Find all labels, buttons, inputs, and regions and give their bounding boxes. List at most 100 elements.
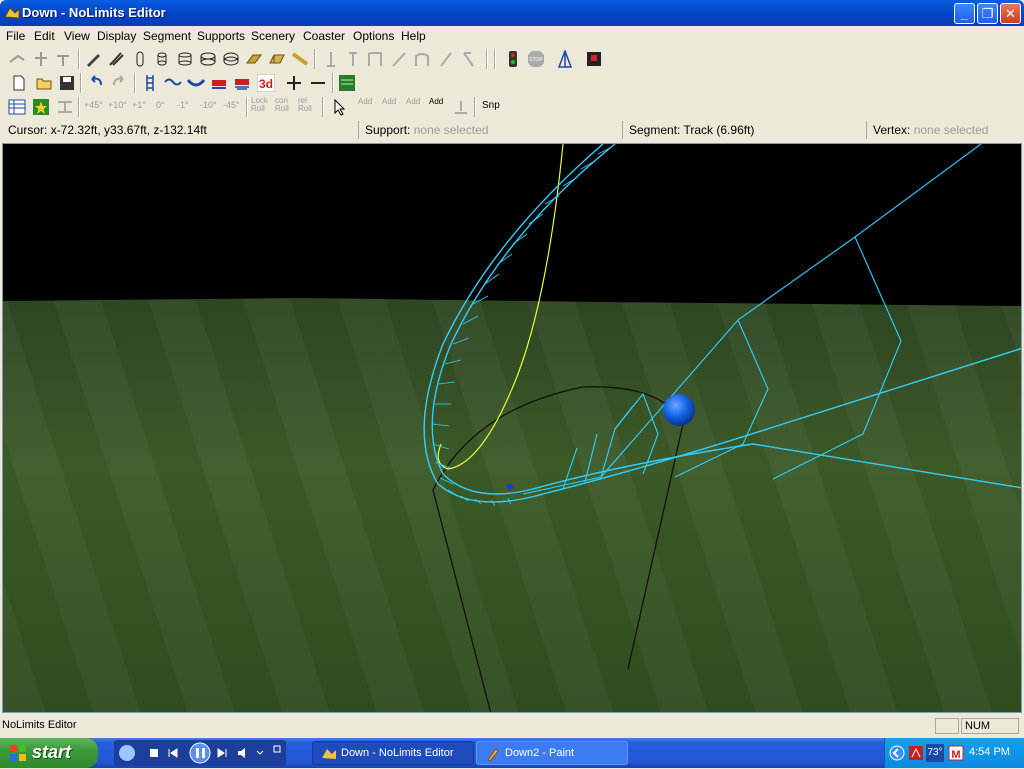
menu-segment[interactable]: Segment [143,29,191,43]
save-icon[interactable] [58,74,76,92]
toolbar-separator [322,97,324,117]
support-icon[interactable] [413,50,431,68]
support-tool-icon[interactable] [54,50,72,68]
stop-icon[interactable]: STOP [527,50,545,68]
undo-icon[interactable] [87,74,105,92]
menu-coaster[interactable]: Coaster [303,29,345,43]
cylinder-tool-icon[interactable] [131,50,149,68]
star-icon[interactable] [32,98,50,116]
support-label: Support: [365,123,411,137]
add-support-button[interactable]: Add [406,97,420,106]
app-icon [322,749,336,759]
add-vertex-button[interactable]: Add [358,97,372,106]
ruler-tool-icon[interactable] [291,50,309,68]
rel-roll-button[interactable]: rel Roll [298,97,316,113]
cylinder-tool-icon[interactable] [222,50,240,68]
roll-minus-45-button[interactable]: -45° [223,100,240,110]
cylinder-tool-icon[interactable] [153,50,171,68]
menu-display[interactable]: Display [97,29,136,43]
track-icon[interactable] [141,74,159,92]
menu-file[interactable]: File [6,29,25,43]
support-icon[interactable] [322,50,340,68]
open-folder-icon[interactable] [35,74,53,92]
3d-view-icon[interactable]: 3d [257,74,275,92]
block-tool-icon[interactable] [245,50,263,68]
media-next-icon[interactable] [217,748,227,758]
menu-edit[interactable]: Edit [34,29,55,43]
train-icon[interactable] [210,74,228,92]
wave-track-icon[interactable] [164,74,182,92]
cylinder-tool-icon[interactable] [176,50,194,68]
windows-logo-icon [10,745,26,761]
zoom-in-icon[interactable] [285,74,303,92]
media-previous-icon[interactable] [168,748,178,758]
station-icon[interactable] [585,50,603,68]
con-roll-button[interactable]: con Roll [275,97,295,113]
volume-icon[interactable] [238,748,245,758]
menu-help[interactable]: Help [401,29,426,43]
tower-icon[interactable] [556,50,574,68]
redo-icon[interactable] [110,74,128,92]
grid-icon[interactable] [8,98,26,116]
roll-minus-1-button[interactable]: -1° [177,100,189,110]
valley-track-icon[interactable] [187,74,205,92]
zoom-out-icon[interactable] [309,74,327,92]
maximize-button[interactable]: ❐ [977,3,998,24]
menu-view[interactable]: View [64,29,90,43]
roll-minus-10-button[interactable]: -10° [200,100,217,110]
start-button[interactable]: start [0,738,98,768]
segment-readout: Segment: Track (6.96ft) [622,121,864,139]
block-tool-icon[interactable] [268,50,286,68]
traffic-light-icon[interactable] [504,50,522,68]
support-icon[interactable] [366,50,384,68]
start-label: start [32,742,72,762]
task-label: Down2 - Paint [505,747,575,759]
minimize-button[interactable]: _ [954,3,975,24]
menu-scenery[interactable]: Scenery [251,29,295,43]
support-icon[interactable] [344,50,362,68]
roll-plus-1-button[interactable]: +1° [132,100,146,110]
terrain-icon[interactable] [338,74,356,92]
new-file-icon[interactable] [10,74,28,92]
roll-zero-button[interactable]: 0° [156,100,165,110]
roll-plus-10-button[interactable]: +10° [108,100,127,110]
restore-icon[interactable] [273,745,281,753]
media-stop-icon[interactable] [150,749,158,757]
status-text: NoLimits Editor [2,719,77,731]
media-play-icon[interactable] [119,745,135,761]
media-pause-icon[interactable] [189,742,211,764]
pencil-icon[interactable] [84,50,102,68]
snap-button[interactable]: Snp [482,100,500,111]
support-icon[interactable] [459,50,477,68]
add-segment-button[interactable]: Add [382,97,396,106]
mail-icon[interactable]: M [948,745,964,761]
control-point-handle[interactable] [663,394,695,426]
support-tool-icon[interactable] [32,50,50,68]
support-tool-icon[interactable] [8,50,26,68]
lock-roll-button[interactable]: Lock Roll [251,97,271,113]
ground-texture [3,298,1021,712]
menu-supports[interactable]: Supports [197,29,245,43]
train-icon[interactable] [233,74,251,92]
acrobat-icon[interactable] [908,745,924,761]
3d-viewport[interactable] [2,143,1022,713]
task-paint[interactable]: Down2 - Paint [476,741,628,765]
roll-plus-45-button[interactable]: +45° [84,100,103,110]
support-icon[interactable] [437,50,455,68]
task-nolimits-editor[interactable]: Down - NoLimits Editor [312,741,474,765]
support-icon[interactable] [390,50,408,68]
menu-options[interactable]: Options [353,29,394,43]
ground-anchor-icon[interactable] [452,98,470,116]
pointer-icon[interactable] [331,98,349,116]
vertex-marker[interactable] [507,484,513,490]
clock[interactable]: 4:54 PM [969,746,1010,758]
chevron-left-icon[interactable] [889,745,905,761]
align-icon[interactable] [56,98,74,116]
chevron-down-icon[interactable] [256,750,264,755]
weather-temperature[interactable]: 73° [926,744,944,762]
add-node-button[interactable]: Add [429,97,443,106]
cylinder-tool-icon[interactable] [199,50,217,68]
scene-canvas[interactable] [3,144,1022,713]
track-tool-icon[interactable] [107,50,125,68]
close-button[interactable]: ✕ [1000,3,1021,24]
